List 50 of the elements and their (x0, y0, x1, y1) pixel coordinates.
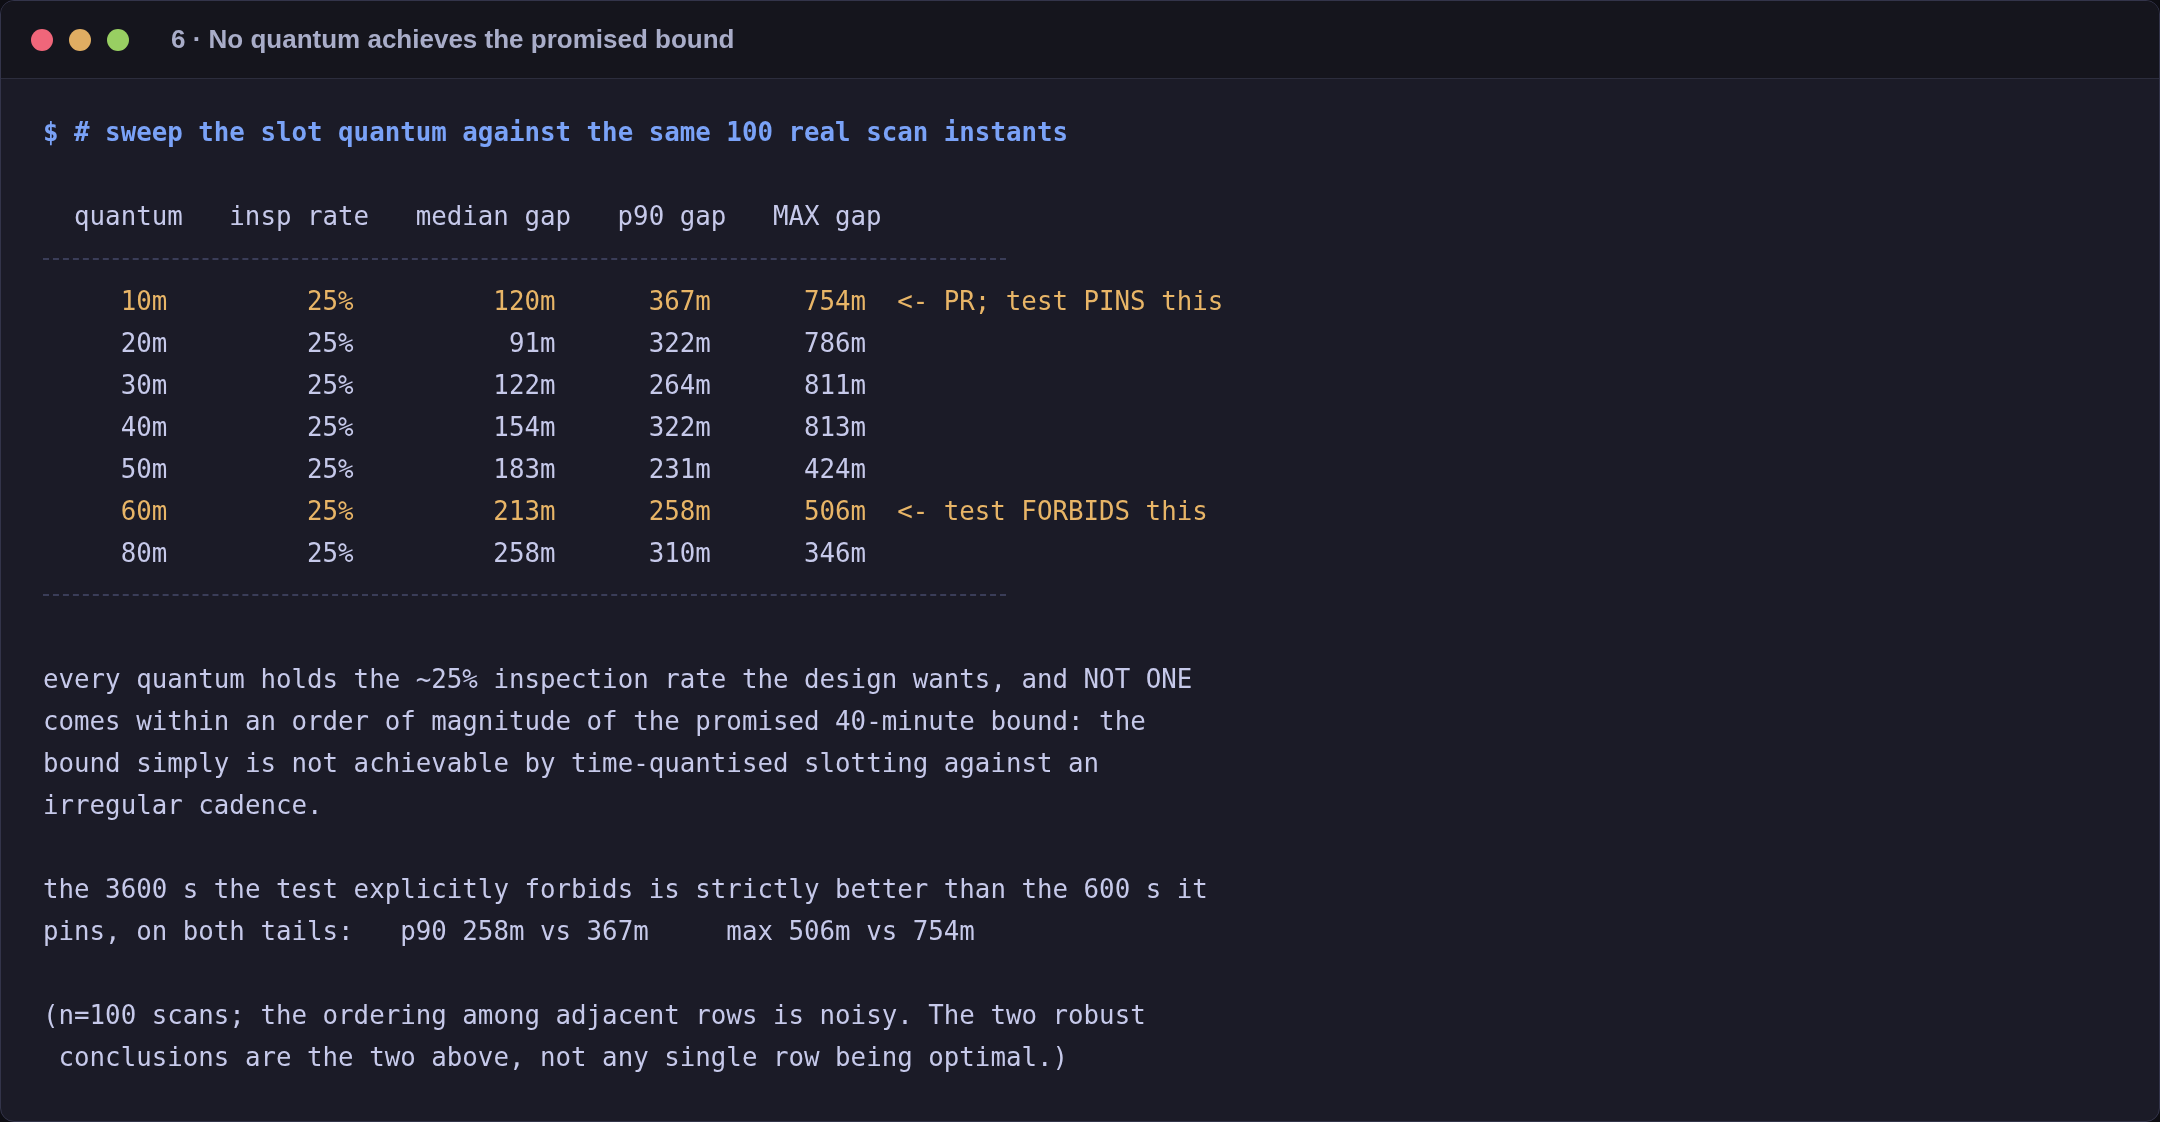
table-cell-text: 10m (120, 285, 168, 318)
table-cell-text: 258m (648, 495, 711, 528)
table-cell-text: 258m (493, 537, 556, 570)
table-cell-text: 25% (307, 411, 354, 444)
table-cell-text: 40m (120, 411, 168, 444)
window-title: 6 · No quantum achieves the promised bound (171, 23, 735, 56)
paragraph: (n=100 scans; the ordering among adjacent rows is noisy. The two robust conclusions are the two above, not any single row being optimal.) (43, 999, 1146, 1074)
table-cell-text: 506m (803, 495, 867, 528)
table-cell-text: 264m (648, 369, 711, 402)
shell-command: $ # sweep the slot quantum against the same 100 real scan instants (43, 116, 1070, 149)
table-cell-text: 25% (307, 537, 354, 570)
column-header: insp rate (229, 200, 370, 233)
table-cell-text: 154m (493, 411, 556, 444)
table-cell-text: 231m (648, 453, 711, 486)
close-button[interactable] (31, 28, 53, 51)
table-cell-text: 120m (493, 285, 556, 318)
table-cell-text: 213m (493, 495, 556, 528)
table-cell-text: 322m (648, 411, 711, 444)
table-cell-text: 811m (803, 369, 867, 402)
table-cell-text: 25% (307, 327, 354, 360)
table-cell-text: 786m (803, 327, 867, 360)
column-header: median gap (415, 200, 571, 233)
column-header: MAX gap (772, 200, 882, 233)
table-cell-text: 25% (307, 495, 354, 528)
table-cell-text: 60m (120, 495, 168, 528)
table-cell-text: 183m (493, 453, 556, 486)
table-cell-text: 80m (120, 537, 168, 570)
table-cell-text: 424m (803, 453, 867, 486)
row-annotation: <- test FORBIDS this (897, 495, 1208, 528)
paragraph: the 3600 s the test explicitly forbids is strictly better than the 600 s it pins, on both tails: p90 258m vs 367m max 506m vs 754m (43, 873, 1208, 948)
table-cell-text: 322m (648, 327, 711, 360)
table-cell-text: 50m (120, 453, 168, 486)
table-cell-text: 25% (307, 453, 354, 486)
table-cell-text: 813m (803, 411, 867, 444)
table-cell-text: 310m (648, 537, 711, 570)
maximize-button[interactable] (107, 28, 129, 51)
table-cell-text: 91m (508, 327, 556, 360)
table-cell-text: 30m (120, 369, 168, 402)
table-cell-text: 20m (120, 327, 168, 360)
table-cell-text: 346m (803, 537, 867, 570)
column-header: p90 gap (617, 200, 727, 233)
minimize-button[interactable] (69, 28, 91, 51)
column-header: quantum (74, 200, 183, 233)
table-cell-text: 25% (307, 285, 354, 318)
table-cell-text: 25% (307, 369, 354, 402)
row-annotation: <- PR; test PINS this (897, 285, 1224, 318)
table-cell-text: 367m (648, 285, 711, 318)
table-cell-text: 754m (803, 285, 867, 318)
paragraph: every quantum holds the ~25% inspection rate the design wants, and NOT ONE comes within an order of magnitude of the promised 40-minute bound: the bound simply is not achievable by time-quantised slotting against an irregular cadence. (43, 663, 1193, 822)
table-cell-text: 122m (493, 369, 556, 402)
